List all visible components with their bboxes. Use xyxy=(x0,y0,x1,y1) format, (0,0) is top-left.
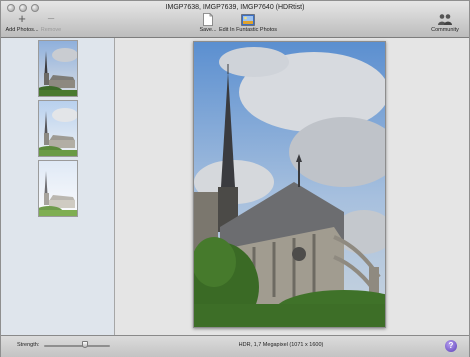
thumbnail-item[interactable] xyxy=(38,40,78,97)
plus-icon: + xyxy=(18,11,26,26)
cathedral-thumbnail-image xyxy=(39,161,77,216)
save-label: Save... xyxy=(199,27,217,33)
minus-icon: − xyxy=(47,11,55,26)
help-icon: ? xyxy=(448,341,454,350)
edit-label: Edit In Funtastic Photos xyxy=(218,27,278,33)
add-photos-button[interactable]: + Add Photos... xyxy=(4,12,40,33)
app-window: IMGP7638, IMGP7639, IMGP7640 (HDRtist) +… xyxy=(0,0,470,357)
add-photos-label: Add Photos... xyxy=(5,27,39,33)
preview-area xyxy=(115,38,469,335)
thumbnail-item[interactable] xyxy=(38,100,78,157)
remove-label: Remove xyxy=(40,27,62,33)
cathedral-thumbnail-image xyxy=(39,41,77,96)
cathedral-thumbnail-image xyxy=(39,101,77,156)
strength-slider[interactable] xyxy=(44,345,110,347)
hdr-preview-image[interactable] xyxy=(193,41,386,328)
help-button[interactable]: ? xyxy=(445,340,457,352)
remove-button[interactable]: − Remove xyxy=(39,12,63,33)
people-icon xyxy=(426,12,464,26)
cathedral-photo xyxy=(194,42,385,327)
edit-in-funtastic-photos-button[interactable]: Edit In Funtastic Photos xyxy=(216,12,280,33)
community-button[interactable]: Community xyxy=(426,12,464,33)
window-title: IMGP7638, IMGP7639, IMGP7640 (HDRtist) xyxy=(165,4,305,11)
image-info: HDR, 1,7 Megapixel (1071 x 1600) xyxy=(238,342,324,348)
photo-sidebar xyxy=(1,38,115,335)
community-label: Community xyxy=(431,27,459,33)
strength-label: Strength: xyxy=(17,342,40,348)
photo-editor-icon xyxy=(216,12,280,26)
status-bar: Strength: HDR, 1,7 Megapixel (1071 x 160… xyxy=(1,335,469,357)
title-bar: IMGP7638, IMGP7639, IMGP7640 (HDRtist) +… xyxy=(1,1,469,38)
strength-slider-knob[interactable] xyxy=(81,341,88,348)
thumbnail-item[interactable] xyxy=(38,160,78,217)
